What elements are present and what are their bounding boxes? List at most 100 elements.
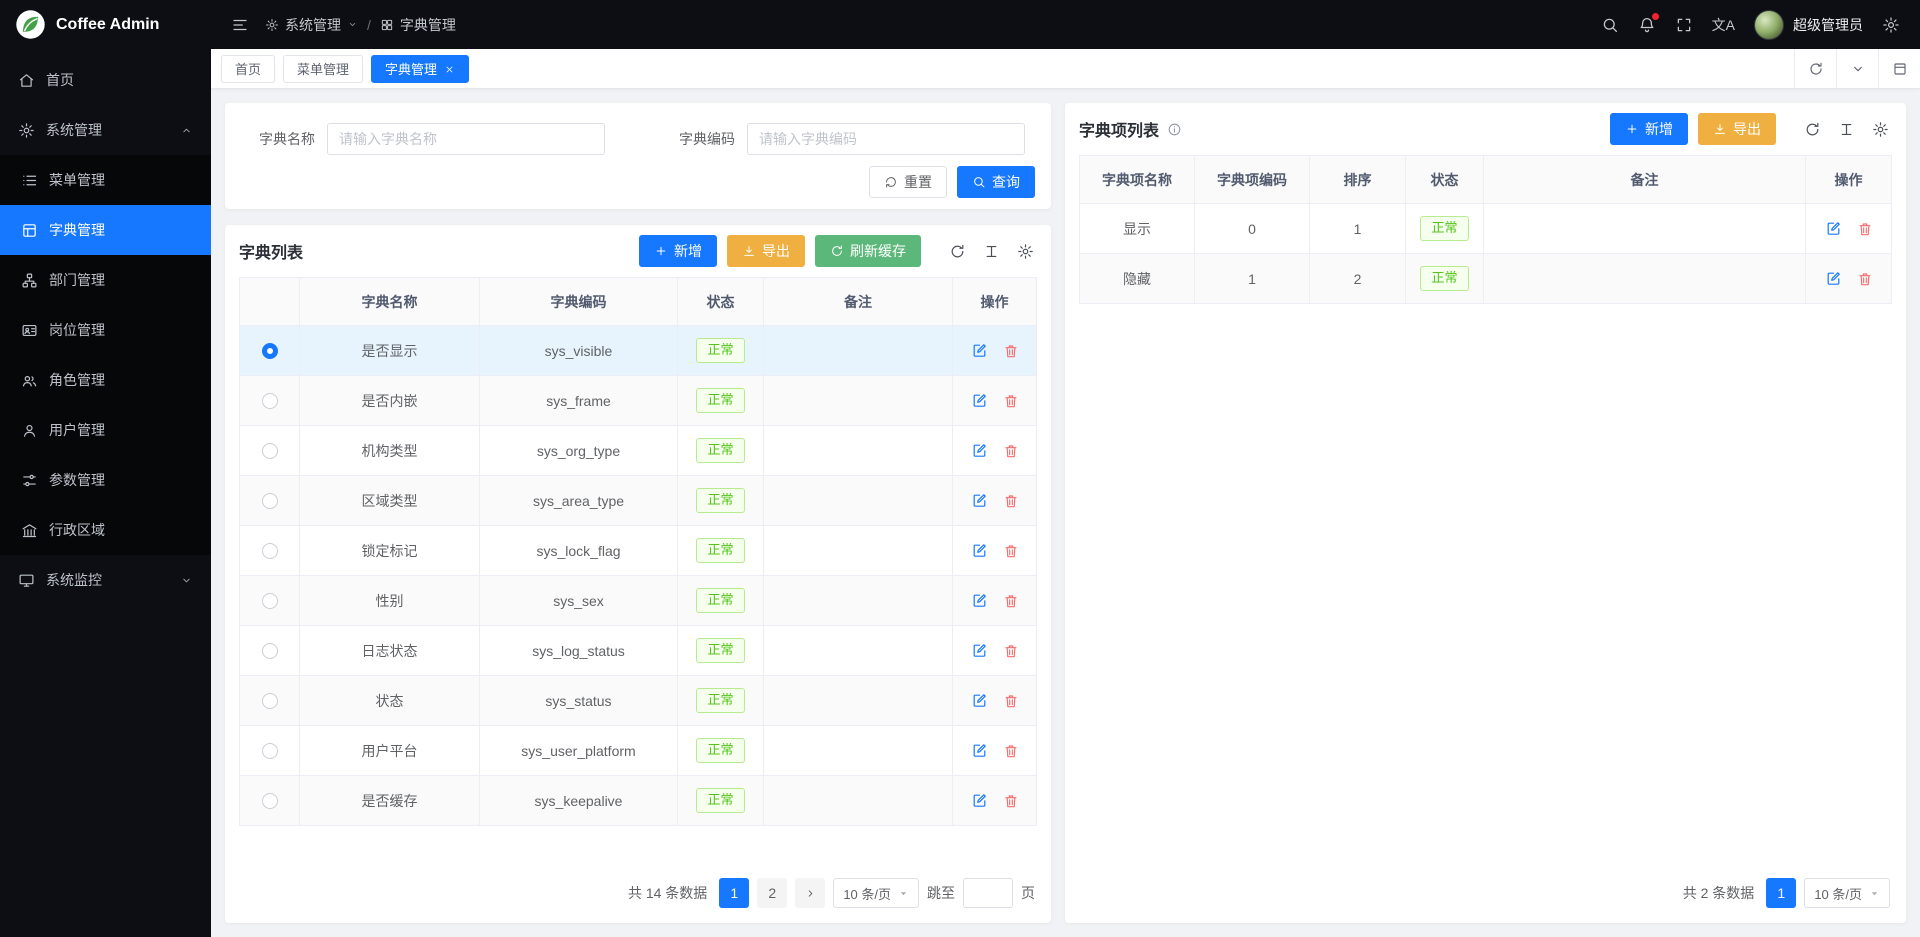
dict-table-row[interactable]: 是否内嵌sys_frame正常 [240,376,1037,426]
sidebar-item-home[interactable]: 首页 [0,55,211,105]
query-button[interactable]: 查询 [957,166,1035,198]
edit-icon[interactable] [971,542,988,559]
row-select-radio[interactable] [262,543,278,559]
sidebar-item-system-mgmt[interactable]: 系统管理 [0,105,211,155]
edit-icon[interactable] [971,742,988,759]
table-settings-button[interactable] [1868,117,1892,141]
breadcrumb-item-dict[interactable]: 字典管理 [380,15,456,35]
row-select-radio[interactable] [262,443,278,459]
trash-icon[interactable] [1857,271,1873,287]
edit-icon[interactable] [971,792,988,809]
maximize-content-button[interactable] [1878,49,1920,88]
trash-icon[interactable] [1003,643,1019,659]
trash-icon[interactable] [1003,793,1019,809]
dict-table-row[interactable]: 区域类型sys_area_type正常 [240,476,1037,526]
edit-icon[interactable] [971,692,988,709]
refresh-cache-button[interactable]: 刷新缓存 [815,235,921,267]
trash-icon[interactable] [1003,443,1019,459]
refresh-table-button[interactable] [1800,117,1824,141]
dict-item-table: 字典项名称字典项编码排序状态备注操作显示01正常隐藏12正常 [1079,155,1892,304]
info-icon[interactable] [1167,122,1182,137]
edit-icon[interactable] [971,342,988,359]
page-button-2[interactable]: 2 [757,878,787,908]
edit-icon[interactable] [971,492,988,509]
trash-icon[interactable] [1003,743,1019,759]
row-select-radio[interactable] [262,793,278,809]
sidebar-item-menu-mgmt[interactable]: 菜单管理 [0,155,211,205]
sidebar-item-role-mgmt[interactable]: 角色管理 [0,355,211,405]
reset-button[interactable]: 重置 [869,166,947,198]
edit-icon[interactable] [971,592,988,609]
row-select-radio[interactable] [262,343,278,359]
sidebar-item-dict-mgmt[interactable]: 字典管理 [0,205,211,255]
page-button-1[interactable]: 1 [719,878,749,908]
edit-icon[interactable] [971,392,988,409]
table-settings-button[interactable] [1013,239,1037,263]
tab-options-button[interactable] [1836,49,1878,88]
item-table-row[interactable]: 隐藏12正常 [1080,254,1892,304]
edit-icon[interactable] [1825,220,1842,237]
edit-icon[interactable] [1825,270,1842,287]
item-table-row[interactable]: 显示01正常 [1080,204,1892,254]
dict-table-row[interactable]: 是否显示sys_visible正常 [240,326,1037,376]
dict-name-input[interactable] [327,123,605,155]
sidebar-item-user-mgmt[interactable]: 用户管理 [0,405,211,455]
tab-dict-mgmt[interactable]: 字典管理 [371,55,469,83]
tab-home[interactable]: 首页 [221,55,275,83]
row-select-radio[interactable] [262,643,278,659]
breadcrumb-item-system[interactable]: 系统管理 [265,15,358,35]
sidebar-item-post-mgmt[interactable]: 岗位管理 [0,305,211,355]
search-icon[interactable] [1601,16,1619,34]
trash-icon[interactable] [1003,493,1019,509]
trash-icon[interactable] [1003,693,1019,709]
row-select-radio[interactable] [262,693,278,709]
sidebar-item-param-mgmt[interactable]: 参数管理 [0,455,211,505]
trash-icon[interactable] [1003,393,1019,409]
edit-icon[interactable] [971,442,988,459]
sidebar-item-dept-mgmt[interactable]: 部门管理 [0,255,211,305]
row-select-radio[interactable] [262,743,278,759]
refresh-table-button[interactable] [945,239,969,263]
dict-code-input[interactable] [747,123,1025,155]
page-size-select[interactable]: 10 条/页 [1804,878,1890,908]
density-button[interactable] [979,239,1003,263]
user-menu[interactable]: 超级管理员 [1754,10,1863,40]
density-button[interactable] [1834,117,1858,141]
refresh-tabs-button[interactable] [1794,49,1836,88]
page-size-select[interactable]: 10 条/页 [833,878,919,908]
dict-table-row[interactable]: 锁定标记sys_lock_flag正常 [240,526,1037,576]
trash-icon[interactable] [1003,343,1019,359]
edit-icon[interactable] [971,642,988,659]
jump-page-input[interactable] [963,878,1013,908]
row-select-radio[interactable] [262,393,278,409]
sidebar-item-region-mgmt[interactable]: 行政区域 [0,505,211,555]
trash-icon[interactable] [1003,543,1019,559]
notifications-button[interactable] [1638,16,1656,34]
next-page-button[interactable] [795,878,825,908]
close-icon[interactable] [444,63,455,74]
dict-table-row[interactable]: 用户平台sys_user_platform正常 [240,726,1037,776]
dict-table-row[interactable]: 机构类型sys_org_type正常 [240,426,1037,476]
sidebar-item-label: 系统监控 [46,570,102,590]
collapse-sidebar-icon[interactable] [231,16,249,34]
settings-gear-icon[interactable] [1882,16,1900,34]
add-dict-item-button[interactable]: 新增 [1610,113,1688,145]
app-logo[interactable]: Coffee Admin [0,0,211,49]
export-dict-item-button[interactable]: 导出 [1698,113,1776,145]
dict-table-row[interactable]: 状态sys_status正常 [240,676,1037,726]
trash-icon[interactable] [1857,221,1873,237]
status-badge: 正常 [696,388,744,413]
row-select-radio[interactable] [262,493,278,509]
tab-menu-mgmt[interactable]: 菜单管理 [283,55,363,83]
dict-table-row[interactable]: 性别sys_sex正常 [240,576,1037,626]
dict-table-row[interactable]: 是否缓存sys_keepalive正常 [240,776,1037,826]
page-button-1[interactable]: 1 [1766,878,1796,908]
row-select-radio[interactable] [262,593,278,609]
add-dict-button[interactable]: 新增 [639,235,717,267]
export-dict-button[interactable]: 导出 [727,235,805,267]
trash-icon[interactable] [1003,593,1019,609]
sidebar-item-system-monitor[interactable]: 系统监控 [0,555,211,605]
dict-table-row[interactable]: 日志状态sys_log_status正常 [240,626,1037,676]
translate-icon[interactable]: 文A [1712,15,1735,35]
fullscreen-icon[interactable] [1675,16,1693,34]
